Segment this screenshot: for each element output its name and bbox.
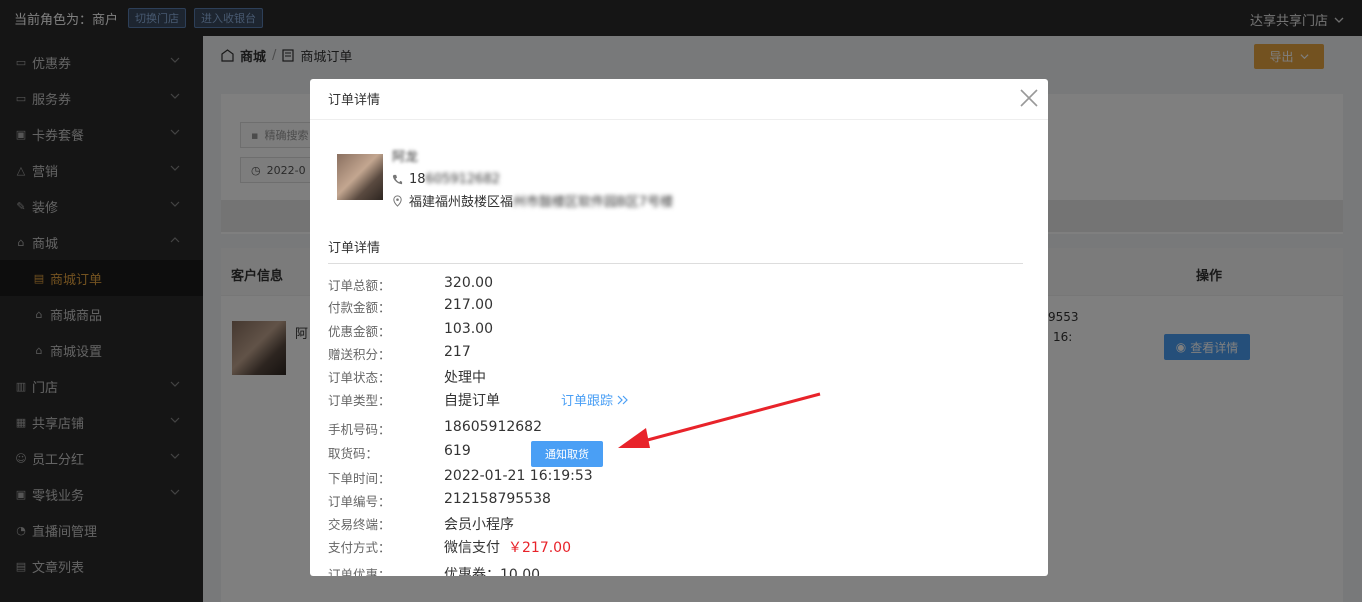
row-order-promo: 订单优惠： 优惠券：10.00 (328, 567, 541, 576)
row-discount: 优惠金额： 103.00 (328, 321, 493, 339)
row-pay-method: 支付方式： 微信支付 ￥217.00 (328, 540, 571, 556)
pay-amount: ￥217.00 (508, 540, 571, 556)
row-status: 订单状态： 处理中 (328, 370, 486, 386)
order-detail-modal: 订单详情 阿龙 18605912682 福建福州鼓楼区福州市鼓楼区软件园B区7号… (310, 79, 1048, 576)
row-terminal: 交易终端： 会员小程序 (328, 517, 514, 533)
row-order-time: 下单时间： 2022-01-21 16:19:53 (328, 468, 593, 486)
row-order-number: 订单编号： 212158795538 (328, 491, 551, 509)
row-total: 订单总额： 320.00 (328, 275, 493, 293)
annotation-arrow (618, 392, 821, 448)
row-points: 赠送积分： 217 (328, 344, 471, 362)
modal-title: 订单详情 (328, 93, 381, 108)
section-title: 订单详情 (328, 241, 381, 256)
notify-pickup-button[interactable]: 通知取货 (531, 441, 603, 467)
close-icon[interactable] (1018, 87, 1040, 109)
customer-phone: 18605912682 (392, 172, 500, 187)
row-paid: 付款金额： 217.00 (328, 297, 493, 315)
customer-name: 阿龙 (392, 150, 419, 165)
customer-address: 福建福州鼓楼区福州市鼓楼区软件园B区7号楼 (392, 191, 673, 210)
avatar (337, 154, 383, 200)
location-icon (393, 194, 402, 207)
phone-icon (392, 174, 403, 185)
